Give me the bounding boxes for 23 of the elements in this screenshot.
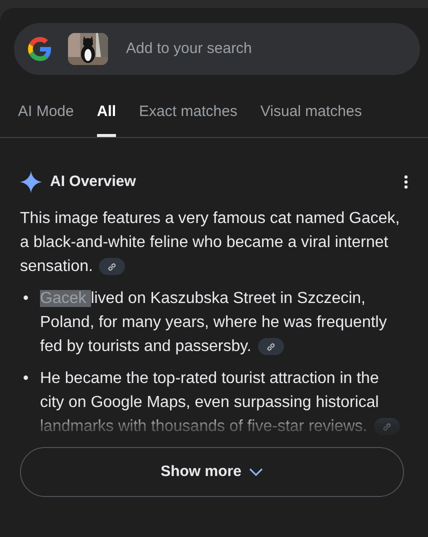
bullet-text: Gacek lived on Kaszubska Street in Szczecin, Poland, for many years, where he was frequently fed by tourists and passersby. xyxy=(40,289,388,358)
link-icon xyxy=(382,422,392,432)
search-bar[interactable]: Add to your search xyxy=(14,23,420,75)
citation-button[interactable] xyxy=(258,338,284,356)
tab[interactable]: AI Mode xyxy=(18,101,74,136)
tab[interactable]: All xyxy=(96,101,116,136)
overview-paragraph: This image features a very famous cat named Gacek, a black-and-white feline who became a viral internet sensation. xyxy=(20,209,401,278)
search-field[interactable]: Add to your search xyxy=(124,36,406,62)
tab[interactable]: Visual matches xyxy=(260,101,362,136)
citation-button[interactable] xyxy=(99,258,126,276)
chevron-down-icon xyxy=(249,468,264,476)
more-options-button[interactable] xyxy=(404,174,408,189)
section-title: AI Overview xyxy=(50,172,136,192)
show-more-button[interactable]: Show more xyxy=(20,447,404,497)
link-icon xyxy=(107,262,118,272)
bullet-text: He became the top-rated tourist attraction in the city on Google Maps, even surpassing historical landmarks with thousands of five-star reviews. xyxy=(40,367,410,439)
bullet-marker: • xyxy=(22,369,30,389)
sparkle-icon xyxy=(20,170,42,193)
bullet-marker: • xyxy=(22,289,30,309)
link-icon xyxy=(266,342,276,352)
google-logo-icon xyxy=(28,37,52,61)
more-icon xyxy=(404,174,408,189)
tab[interactable]: Exact matches xyxy=(139,101,238,136)
